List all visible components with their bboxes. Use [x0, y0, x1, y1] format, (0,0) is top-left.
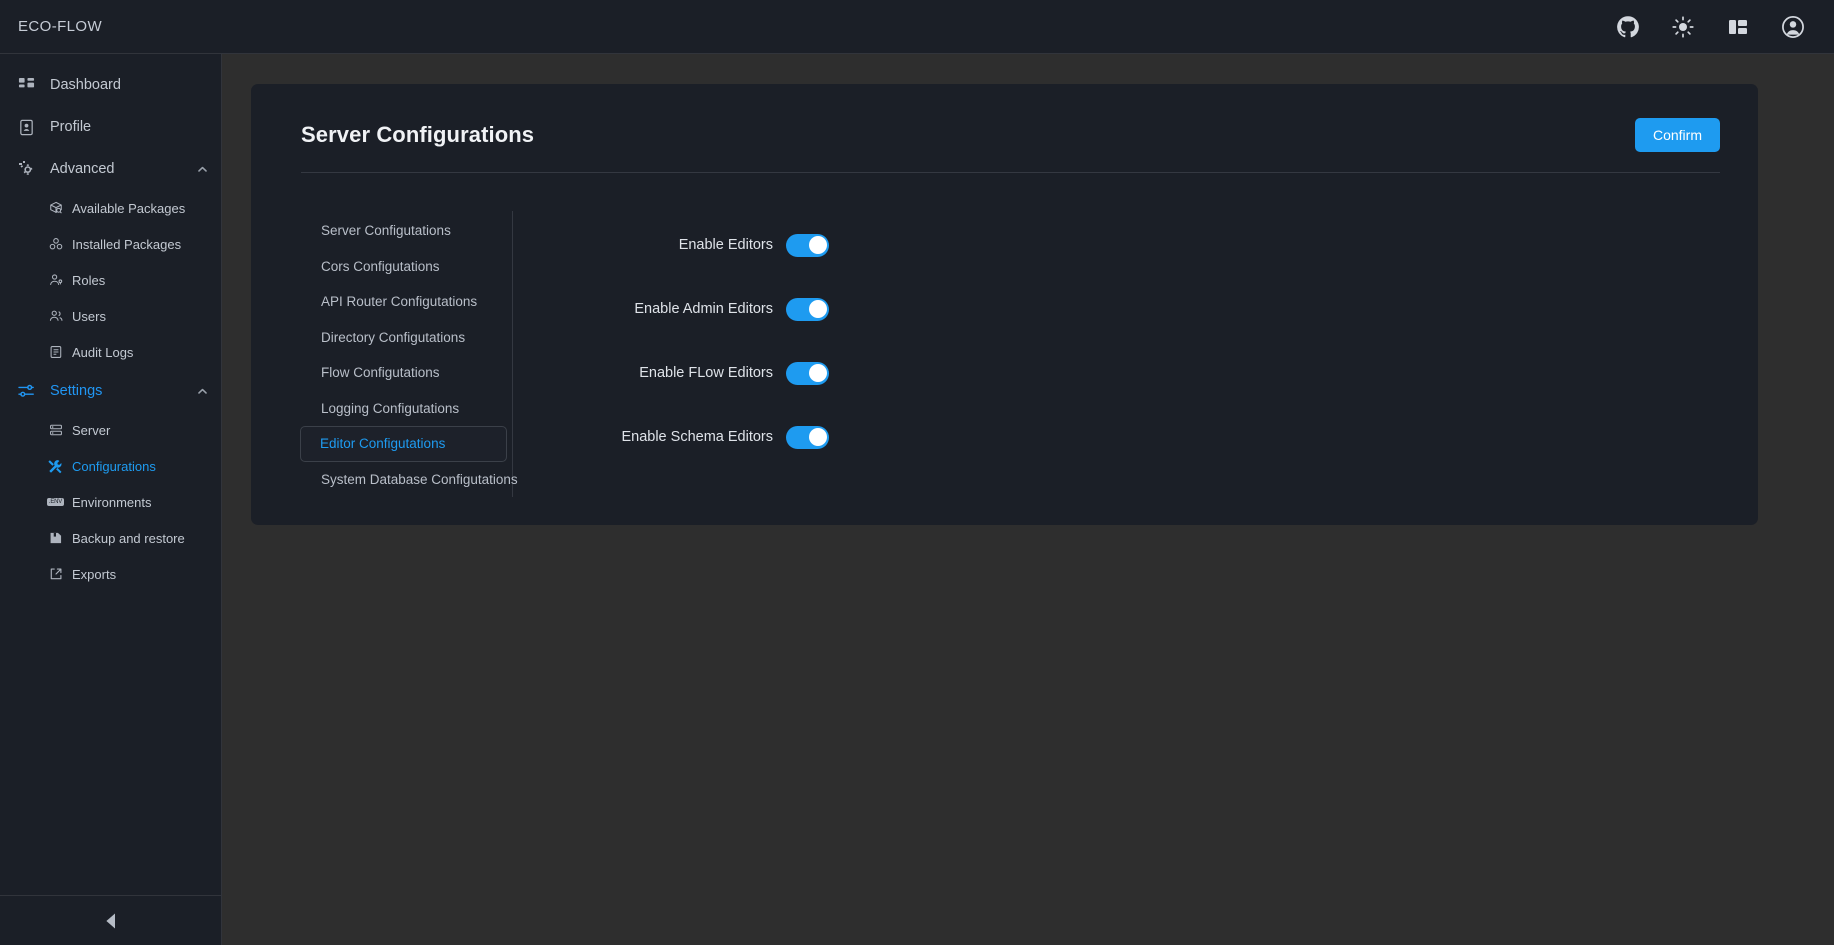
sidebar-item-label: Dashboard	[50, 77, 121, 93]
export-share-icon	[48, 567, 63, 582]
toggle-enable-flow-editors[interactable]	[786, 361, 829, 385]
sidebar-item-users[interactable]: Users	[0, 298, 221, 334]
setting-row-enable-admin-editors: Enable Admin Editors	[583, 277, 1720, 341]
sidebar-item-audit-logs[interactable]: Audit Logs	[0, 334, 221, 370]
sidebar-item-environments[interactable]: .ENV Environments	[0, 484, 221, 520]
sidebar-item-installed-packages[interactable]: Installed Packages	[0, 226, 221, 262]
sidebar-item-label: Available Packages	[72, 200, 186, 216]
env-file-icon: .ENV	[46, 495, 65, 510]
setting-label: Enable FLow Editors	[639, 365, 773, 381]
sidebar-item-dashboard[interactable]: Dashboard	[0, 64, 221, 106]
account-circle-icon[interactable]	[1780, 14, 1806, 40]
setting-label: Enable Admin Editors	[634, 301, 773, 317]
configuration-tab-list: Server Configutations Cors Configutation…	[300, 211, 518, 498]
tab-editor-configurations[interactable]: Editor Configutations	[300, 426, 507, 462]
chevron-up-icon[interactable]	[196, 385, 209, 398]
sidebar-item-label: Profile	[50, 119, 92, 135]
sidebar-item-label: Audit Logs	[72, 344, 134, 360]
backup-drive-icon	[48, 531, 63, 546]
package-search-icon	[48, 201, 63, 216]
sidebar-item-label: Server	[72, 422, 111, 438]
sidebar-item-label: Installed Packages	[72, 236, 182, 252]
role-person-icon	[48, 273, 63, 288]
main-content: Server Configurations Confirm Server Con…	[223, 54, 1834, 945]
setting-label: Enable Schema Editors	[621, 429, 773, 445]
top-app-bar: ECO-FLOW	[0, 0, 1834, 54]
tab-api-router-configurations[interactable]: API Router Configutations	[301, 284, 512, 320]
toggle-knob	[808, 428, 827, 446]
tab-cors-configurations[interactable]: Cors Configutations	[301, 249, 512, 285]
sidebar-item-roles[interactable]: Roles	[0, 262, 221, 298]
tab-flow-configurations[interactable]: Flow Configutations	[301, 355, 512, 391]
app-brand-title: ECO-FLOW	[18, 18, 103, 35]
toggle-knob	[808, 364, 827, 382]
sidebar-item-label: Exports	[72, 566, 117, 582]
setting-row-enable-flow-editors: Enable FLow Editors	[583, 341, 1720, 405]
users-group-icon	[48, 309, 63, 324]
sidebar-item-configurations[interactable]: Configurations	[0, 448, 221, 484]
topbar-actions	[1615, 14, 1806, 40]
toggle-enable-admin-editors[interactable]	[786, 297, 829, 321]
toggle-enable-editors[interactable]	[786, 233, 829, 257]
sidebar-item-label: Roles	[72, 272, 106, 288]
sidebar-item-profile[interactable]: Profile	[0, 106, 221, 148]
toggle-knob	[808, 236, 827, 254]
tab-server-configurations[interactable]: Server Configutations	[301, 213, 512, 249]
audit-log-icon	[48, 345, 63, 360]
card-body: Server Configutations Cors Configutation…	[251, 173, 1758, 498]
sidebar-item-label: Advanced	[50, 161, 115, 177]
sidebar-item-server[interactable]: Server	[0, 412, 221, 448]
confirm-button[interactable]: Confirm	[1634, 118, 1720, 152]
chevron-up-icon[interactable]	[196, 163, 209, 176]
tab-logging-configurations[interactable]: Logging Configutations	[301, 391, 512, 427]
layout-panel-icon[interactable]	[1725, 14, 1751, 40]
tab-system-database-configurations[interactable]: System Database Configutations	[301, 462, 518, 498]
sidebar: Dashboard Profile Advanced Available Pac…	[0, 54, 222, 945]
card-header: Server Configurations Confirm	[251, 84, 1758, 162]
sidebar-item-label: Settings	[50, 383, 103, 399]
tools-wrench-icon	[48, 459, 63, 474]
toggle-enable-schema-editors[interactable]	[786, 425, 829, 449]
env-badge-label: .ENV	[46, 498, 65, 506]
settings-sliders-icon	[16, 381, 36, 401]
sidebar-item-label: Backup and restore	[72, 530, 185, 546]
sidebar-item-label: Configurations	[72, 458, 156, 474]
tab-directory-configurations[interactable]: Directory Configutations	[301, 320, 512, 356]
sidebar-item-exports[interactable]: Exports	[0, 556, 221, 592]
sidebar-item-advanced[interactable]: Advanced	[0, 148, 221, 190]
setting-label: Enable Editors	[678, 237, 773, 253]
collapse-left-triangle-icon[interactable]	[97, 907, 125, 935]
packages-stack-icon	[48, 237, 63, 252]
advanced-gear-icon	[16, 159, 36, 179]
sidebar-footer	[0, 895, 221, 945]
profile-card-icon	[16, 117, 36, 137]
toggle-knob	[808, 300, 827, 318]
sidebar-item-settings[interactable]: Settings	[0, 370, 221, 412]
server-rack-icon	[48, 423, 63, 438]
sidebar-item-label: Users	[72, 308, 106, 324]
sidebar-item-available-packages[interactable]: Available Packages	[0, 190, 221, 226]
setting-row-enable-schema-editors: Enable Schema Editors	[583, 405, 1720, 469]
sidebar-item-backup-and-restore[interactable]: Backup and restore	[0, 520, 221, 556]
sidebar-nav: Dashboard Profile Advanced Available Pac…	[0, 54, 221, 895]
server-configurations-card: Server Configurations Confirm Server Con…	[251, 84, 1758, 526]
dashboard-grid-icon	[16, 75, 36, 95]
sun-icon[interactable]	[1670, 14, 1696, 40]
editor-settings-panel: Enable Editors Enable Admin Editors Enab…	[513, 211, 1720, 497]
github-icon[interactable]	[1615, 14, 1641, 40]
setting-row-enable-editors: Enable Editors	[583, 213, 1720, 277]
page-title: Server Configurations	[301, 122, 535, 147]
sidebar-item-label: Environments	[72, 494, 152, 510]
